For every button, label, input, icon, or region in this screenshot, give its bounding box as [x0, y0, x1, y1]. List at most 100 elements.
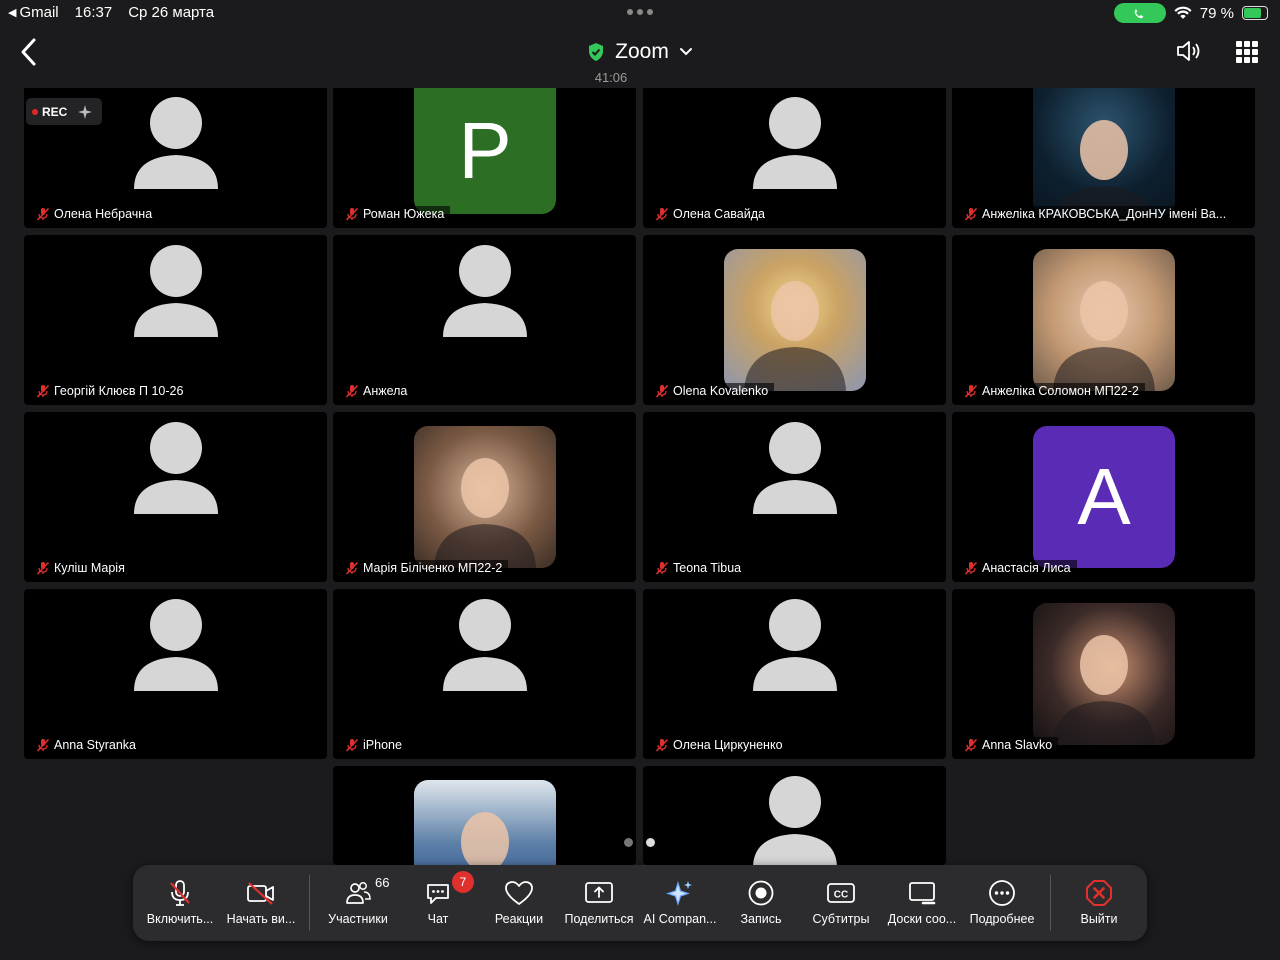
chevron-down-icon [679, 48, 692, 56]
more-button[interactable]: Подробнее [967, 865, 1037, 941]
recording-indicator[interactable]: REC [26, 98, 102, 125]
participant-tile[interactable]: Teona Tibua [643, 412, 946, 582]
participant-tile[interactable]: Anna Slavko [952, 589, 1255, 759]
participant-nameplate: Георгій Клюєв П 10-26 [34, 383, 190, 399]
back-to-app[interactable]: ◀ Gmail [8, 4, 59, 21]
participant-name: Anna Slavko [982, 738, 1053, 752]
record-button[interactable]: Запись [729, 865, 793, 941]
microphone-muted-icon [964, 384, 978, 398]
meeting-timer: 41:06 [594, 70, 628, 85]
letter-avatar: Р [414, 88, 556, 214]
rec-dot-icon [32, 108, 38, 115]
subtitles-label: Субтитры [812, 912, 870, 926]
toolbar-divider [1050, 875, 1051, 931]
participants-label: Участники [328, 912, 388, 926]
participant-tile[interactable]: Георгій Клюєв П 10-26 [24, 235, 327, 405]
default-avatar-icon [443, 599, 527, 691]
participant-tile[interactable]: Олена Циркуненко [643, 589, 946, 759]
unmute-label: Включить... [146, 912, 214, 926]
microphone-muted-icon [964, 738, 978, 752]
reactions-button[interactable]: Реакции [485, 865, 553, 941]
participant-nameplate: Олена Циркуненко [653, 737, 789, 753]
phone-icon [1134, 9, 1144, 19]
participant-photo [414, 426, 556, 568]
camera-off-icon [247, 882, 274, 905]
participant-tile[interactable]: Олена Савайда [643, 88, 946, 228]
whiteboard-icon [909, 882, 936, 905]
participant-name: Анжеліка КРАКОВСЬКА_ДонНУ імені Ва... [982, 207, 1227, 221]
clock: 16:37 [74, 4, 113, 21]
participant-tile[interactable]: Куліш Марія [24, 412, 327, 582]
participant-name: iPhone [363, 738, 402, 752]
participant-photo [1033, 603, 1175, 745]
whiteboards-label: Доски соо... [887, 912, 957, 926]
microphone-muted-icon [345, 384, 359, 398]
microphone-muted-icon [964, 207, 978, 221]
participant-name: Анжела [363, 384, 408, 398]
svg-text:CC: CC [834, 890, 848, 901]
participant-nameplate: Анжела [343, 383, 414, 399]
participant-name: Анастасія Лиса [982, 561, 1071, 575]
page-dot-active [646, 838, 655, 847]
subtitles-button[interactable]: CC Субтитры [807, 865, 875, 941]
rec-label: REC [42, 104, 68, 119]
participant-nameplate: Олена Савайда [653, 206, 771, 222]
participant-name: Teona Tibua [673, 561, 742, 575]
battery-icon [1242, 6, 1268, 20]
reactions-label: Реакции [494, 912, 544, 926]
active-call-pill[interactable] [1113, 3, 1166, 23]
meeting-title[interactable]: Zoom [0, 40, 1280, 67]
participant-tile[interactable]: Анжела [333, 235, 636, 405]
chat-label: Чат [427, 912, 449, 926]
microphone-muted-icon [36, 738, 50, 752]
microphone-muted-icon [655, 561, 669, 575]
start-video-label: Начать ви... [226, 912, 296, 926]
ai-companion-label: AI Compan... [643, 912, 717, 926]
participant-name: Роман Южека [363, 207, 445, 221]
default-avatar-icon [134, 599, 218, 691]
participant-nameplate: Teona Tibua [653, 560, 748, 576]
record-icon [748, 880, 774, 906]
share-button[interactable]: Поделиться [561, 865, 637, 941]
participant-tile[interactable]: iPhone [333, 589, 636, 759]
default-avatar-icon [753, 422, 837, 514]
ai-companion-button[interactable]: AI Compan... [641, 865, 719, 941]
wifi-icon [1174, 6, 1192, 19]
chat-button[interactable]: Чат 7 [409, 865, 474, 941]
closed-captions-icon: CC [827, 883, 855, 903]
default-avatar-icon [134, 245, 218, 337]
date: Ср 26 марта [128, 4, 215, 21]
start-video-button[interactable]: Начать ви... [223, 865, 299, 941]
battery-percent: 79 % [1199, 4, 1234, 22]
share-label: Поделиться [564, 912, 634, 926]
page-indicator[interactable] [624, 838, 655, 847]
speaker-icon[interactable] [1175, 38, 1203, 64]
participant-photo [724, 249, 866, 391]
whiteboards-button[interactable]: Доски соо... [883, 865, 961, 941]
participant-name: Олена Циркуненко [673, 738, 783, 752]
participant-tile[interactable]: Анжеліка КРАКОВСЬКА_ДонНУ імені Ва... [952, 88, 1255, 228]
participant-tile[interactable]: Р Роман Южека [333, 88, 636, 228]
meeting-toolbar: Включить... Начать ви... Участники 66 Ча… [133, 865, 1147, 941]
multitasking-dots-icon[interactable] [627, 9, 653, 15]
participants-button[interactable]: Участники 66 [321, 865, 395, 941]
unmute-button[interactable]: Включить... [143, 865, 217, 941]
participant-tile[interactable]: Марія Біліченко МП22-2 [333, 412, 636, 582]
gallery-view-icon[interactable] [1236, 41, 1258, 63]
leave-button[interactable]: Выйти [1069, 865, 1129, 941]
default-avatar-icon [753, 599, 837, 691]
back-app-label: Gmail [19, 4, 59, 21]
default-avatar-icon [753, 776, 837, 865]
participant-photo [1033, 249, 1175, 391]
microphone-muted-icon [345, 207, 359, 221]
participant-tile[interactable]: A Анастасія Лиса [952, 412, 1255, 582]
participant-tile[interactable] [333, 766, 636, 865]
participant-tile[interactable]: Anna Styranka [24, 589, 327, 759]
participant-tile[interactable]: Olena Kovalenko [643, 235, 946, 405]
participant-tile[interactable]: Анжеліка Соломон МП22-2 [952, 235, 1255, 405]
record-label: Запись [740, 912, 782, 926]
sparkle-icon [78, 104, 93, 119]
participant-name: Георгій Клюєв П 10-26 [54, 384, 184, 398]
participant-tile[interactable] [643, 766, 946, 865]
microphone-muted-icon [345, 738, 359, 752]
